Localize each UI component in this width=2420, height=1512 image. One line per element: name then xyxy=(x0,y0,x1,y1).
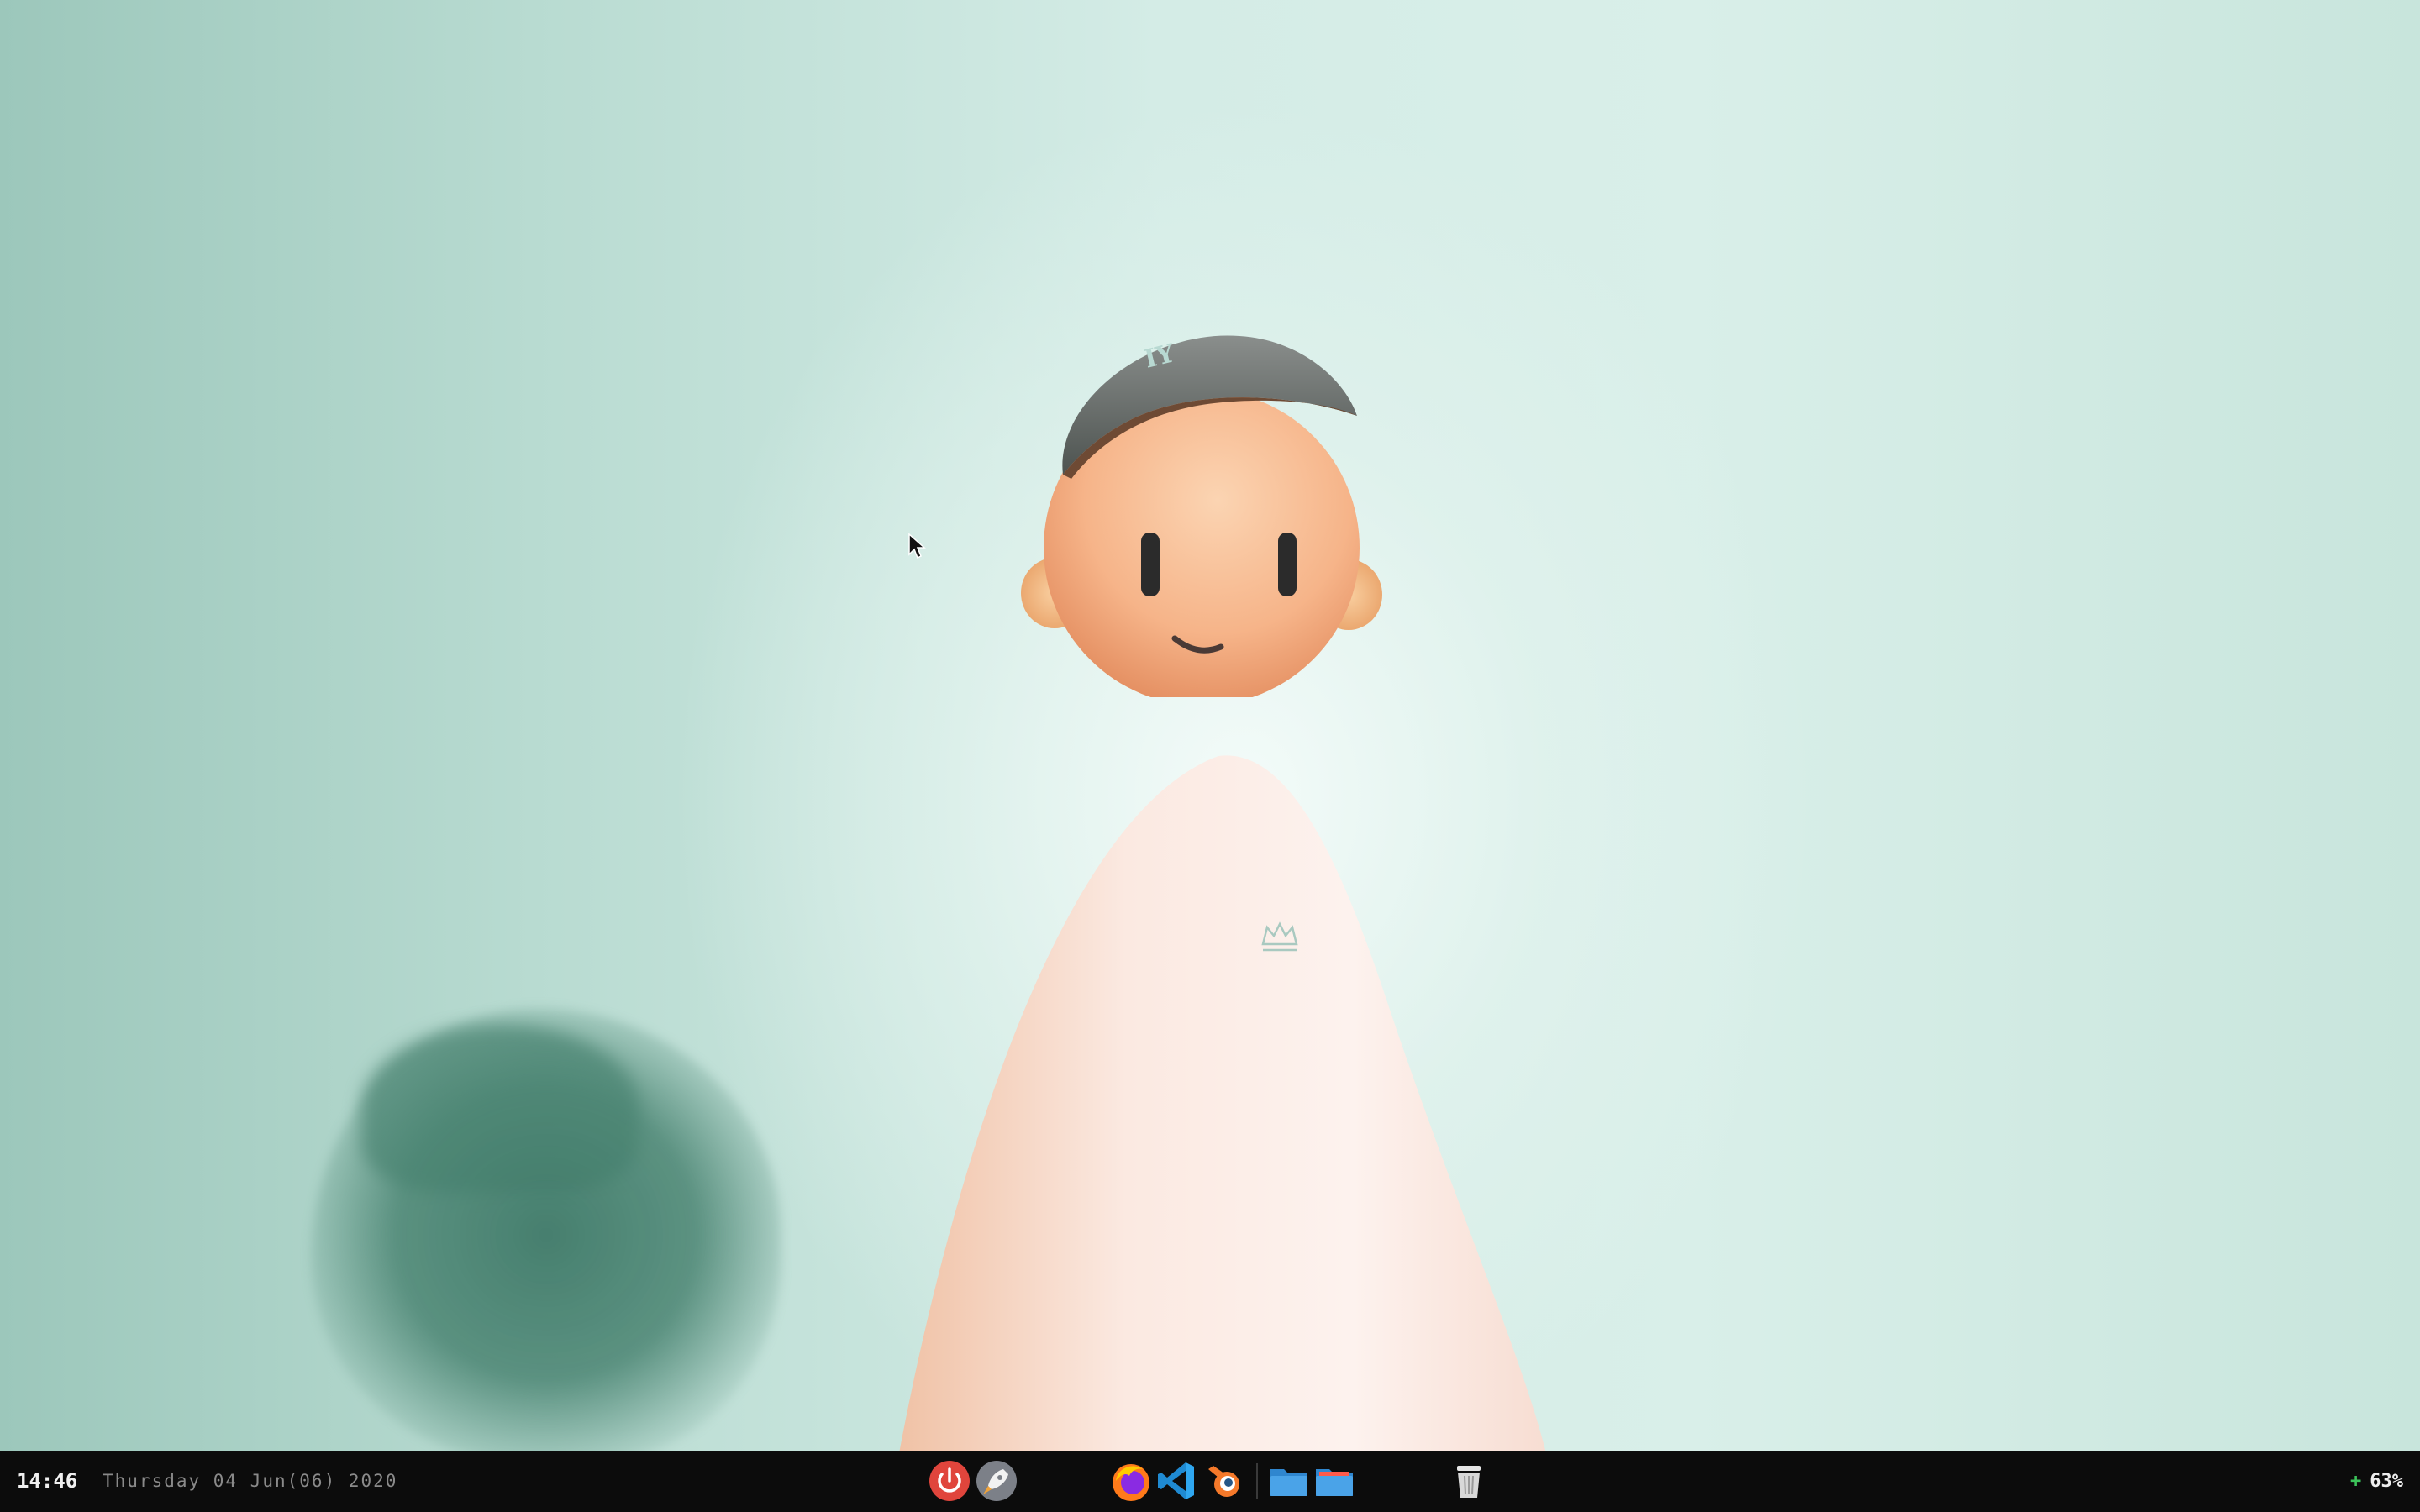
vscode-icon[interactable] xyxy=(1155,1459,1199,1503)
battery-percent: 63% xyxy=(2370,1471,2403,1492)
power-icon[interactable] xyxy=(928,1459,971,1503)
mouse-cursor-icon xyxy=(908,533,926,559)
wallpaper-character-head: IY xyxy=(1021,335,1382,697)
wallpaper-character-body xyxy=(899,755,1546,1451)
dock-separator xyxy=(1256,1463,1258,1499)
crown-watermark-icon xyxy=(1261,921,1298,952)
taskbar-clock[interactable]: 14:46 xyxy=(17,1451,77,1512)
battery-indicator[interactable]: +63% xyxy=(2350,1451,2403,1512)
blender-icon[interactable] xyxy=(1202,1459,1245,1503)
folder-icon[interactable] xyxy=(1267,1459,1311,1503)
charging-icon: + xyxy=(2350,1471,2362,1492)
rocket-icon[interactable] xyxy=(975,1459,1018,1503)
taskbar-date: Thursday 04 Jun(06) 2020 xyxy=(103,1471,398,1491)
trash-icon[interactable] xyxy=(1447,1459,1491,1503)
desktop-wallpaper: IY xyxy=(0,0,2420,1451)
folder-icon[interactable] xyxy=(1313,1459,1356,1503)
firefox-icon[interactable] xyxy=(1109,1459,1153,1503)
